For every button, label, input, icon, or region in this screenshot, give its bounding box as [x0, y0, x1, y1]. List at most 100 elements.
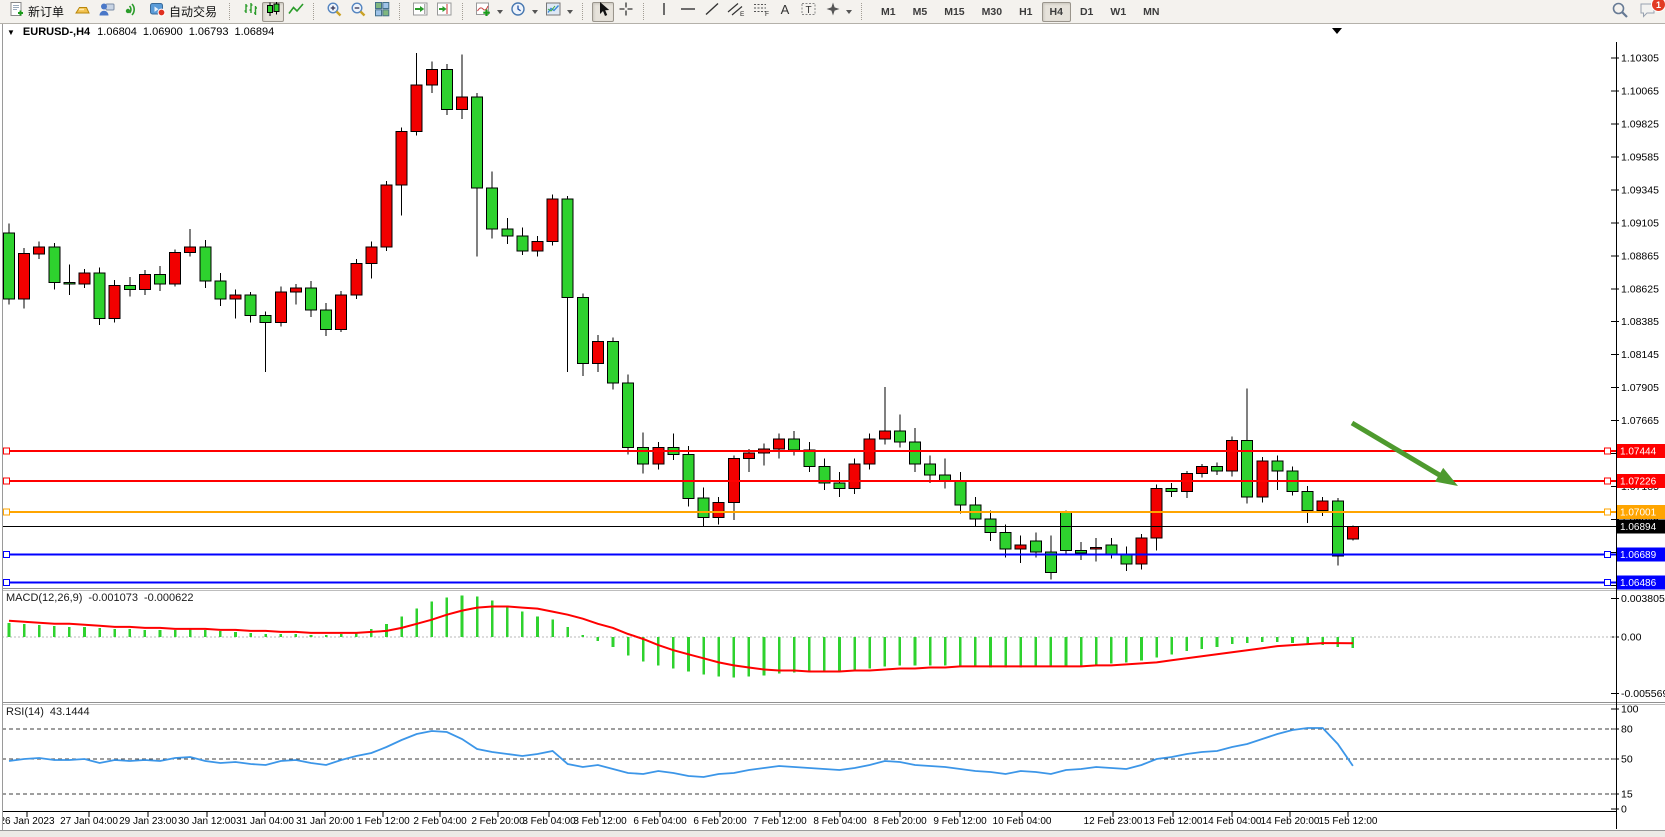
svg-text:100: 100: [1621, 704, 1639, 716]
templates-button[interactable]: [542, 2, 576, 22]
crosshair-button[interactable]: [615, 2, 637, 22]
equidistant-channel-button[interactable]: E: [724, 2, 748, 22]
trendline-icon: [704, 1, 720, 22]
text-button[interactable]: A: [774, 2, 796, 22]
svg-text:6 Feb 04:00: 6 Feb 04:00: [633, 816, 687, 827]
zoom-in-button[interactable]: [323, 2, 346, 22]
main-toolbar: 新订单 自动交易: [0, 0, 1665, 24]
ohlc-values: 1.06804 1.06900 1.06793 1.06894: [97, 26, 274, 38]
tile-windows-button[interactable]: [371, 2, 393, 22]
clock-icon: [510, 1, 527, 22]
chart-shift-icon: [436, 1, 453, 22]
svg-text:1.08385: 1.08385: [1621, 316, 1659, 328]
svg-text:A: A: [781, 2, 790, 17]
toolbar-separator: [229, 3, 234, 20]
hline-1.06689[interactable]: 1.06689: [2, 548, 1665, 562]
hline-1.06486[interactable]: 1.06486: [2, 576, 1665, 590]
svg-text:80: 80: [1621, 724, 1633, 736]
time-axis-labels: 26 Jan 202327 Jan 04:0029 Jan 23:0030 Ja…: [0, 812, 1378, 828]
candles-layer[interactable]: [4, 53, 1359, 579]
tab-timeframe-H4[interactable]: H4: [1042, 2, 1071, 22]
dropdown-caret-icon: [567, 10, 573, 14]
tab-timeframe-W1[interactable]: W1: [1102, 2, 1134, 22]
hline-1.06894[interactable]: 1.06894: [2, 520, 1665, 534]
zoom-out-button[interactable]: [347, 2, 370, 22]
svg-text:1.07226: 1.07226: [1620, 476, 1657, 487]
cursor-arrow-icon: [595, 1, 611, 22]
vertical-line-button[interactable]: [653, 2, 675, 22]
indicators-button[interactable]: [472, 2, 506, 22]
autotrading-label: 自动交易: [169, 3, 217, 20]
bar-chart-icon: [242, 1, 258, 22]
market-button[interactable]: [71, 2, 94, 22]
svg-text:1.09105: 1.09105: [1621, 217, 1659, 229]
cursor-button[interactable]: [592, 2, 614, 22]
auto-scroll-icon: [412, 1, 429, 22]
channel-icon: E: [727, 1, 745, 22]
svg-text:30 Jan 12:00: 30 Jan 12:00: [178, 816, 236, 827]
horizontal-line-button[interactable]: [676, 2, 700, 22]
svg-text:3 Feb 04:00: 3 Feb 04:00: [522, 816, 576, 827]
window-frame-bottom: [0, 830, 1665, 837]
tab-timeframe-M1[interactable]: M1: [873, 2, 904, 22]
svg-text:8 Feb 04:00: 8 Feb 04:00: [813, 816, 867, 827]
svg-text:T: T: [805, 5, 811, 16]
toolbar-separator: [313, 3, 318, 20]
arrows-shapes-button[interactable]: [822, 2, 855, 22]
line-chart-icon: [288, 1, 304, 22]
zoom-in-icon: [326, 1, 343, 23]
toolbar-separator: [582, 3, 587, 20]
signals-button[interactable]: [119, 2, 142, 22]
rsi-axis-ticks: 1008050150: [2, 704, 1639, 816]
hline-1.07001[interactable]: 1.07001: [2, 505, 1665, 519]
svg-text:F: F: [765, 11, 769, 17]
hline-1.07444[interactable]: 1.07444: [2, 444, 1665, 458]
arrow-annotation[interactable]: [1352, 423, 1458, 486]
macd-signal-value: -0.000622: [144, 592, 194, 604]
tab-timeframe-M5[interactable]: M5: [905, 2, 936, 22]
chart-bars-button[interactable]: [239, 2, 261, 22]
fibonacci-button[interactable]: F: [749, 2, 773, 22]
dropdown-caret-icon: [532, 10, 538, 14]
person-icon: [98, 1, 115, 22]
chart-candles-button[interactable]: [262, 2, 284, 22]
tab-timeframe-M15[interactable]: M15: [936, 2, 972, 22]
svg-text:1.10065: 1.10065: [1621, 86, 1659, 98]
toolbar-separator: [861, 3, 866, 20]
new-order-button[interactable]: 新订单: [3, 2, 70, 22]
autotrading-button[interactable]: 自动交易: [143, 2, 223, 22]
svg-text:1.09345: 1.09345: [1621, 184, 1659, 196]
community-button[interactable]: [95, 2, 118, 22]
zoom-out-icon: [350, 1, 367, 23]
toolbar-separator: [643, 3, 648, 20]
svg-text:0.00: 0.00: [1621, 632, 1642, 644]
panel-borders: [0, 42, 1665, 829]
tab-timeframe-M30[interactable]: M30: [974, 2, 1010, 22]
svg-text:2 Feb 04:00: 2 Feb 04:00: [413, 816, 467, 827]
chart-line-button[interactable]: [285, 2, 307, 22]
text-label-button[interactable]: T: [797, 2, 821, 22]
svg-text:50: 50: [1621, 754, 1633, 766]
search-icon[interactable]: [1611, 1, 1629, 24]
text-a-icon: A: [778, 1, 792, 22]
chart-menu-icon[interactable]: ▼: [7, 28, 15, 37]
tab-timeframe-H1[interactable]: H1: [1011, 2, 1040, 22]
chart-canvas[interactable]: 1.103051.100651.098251.095851.093451.091…: [0, 0, 1665, 837]
chat-button[interactable]: 1: [1639, 1, 1659, 24]
svg-text:31 Jan 20:00: 31 Jan 20:00: [296, 816, 354, 827]
signal-waves-icon: [122, 1, 139, 22]
chart-shift-button[interactable]: [433, 2, 456, 22]
auto-scroll-button[interactable]: [409, 2, 432, 22]
svg-text:1 Feb 12:00: 1 Feb 12:00: [356, 816, 410, 827]
svg-text:13 Feb 12:00: 13 Feb 12:00: [1144, 816, 1203, 827]
rsi-line: [9, 728, 1353, 777]
chart-corner-dropdown-icon[interactable]: [1332, 28, 1342, 34]
tab-timeframe-MN[interactable]: MN: [1135, 2, 1167, 22]
trendline-button[interactable]: [701, 2, 723, 22]
macd-panel-header: MACD(12,26,9) -0.001073 -0.000622: [6, 592, 194, 604]
periods-button[interactable]: [507, 2, 541, 22]
new-order-label: 新订单: [28, 3, 64, 20]
tab-timeframe-D1[interactable]: D1: [1072, 2, 1101, 22]
svg-text:1.07001: 1.07001: [1620, 507, 1657, 518]
svg-text:8 Feb 20:00: 8 Feb 20:00: [873, 816, 927, 827]
